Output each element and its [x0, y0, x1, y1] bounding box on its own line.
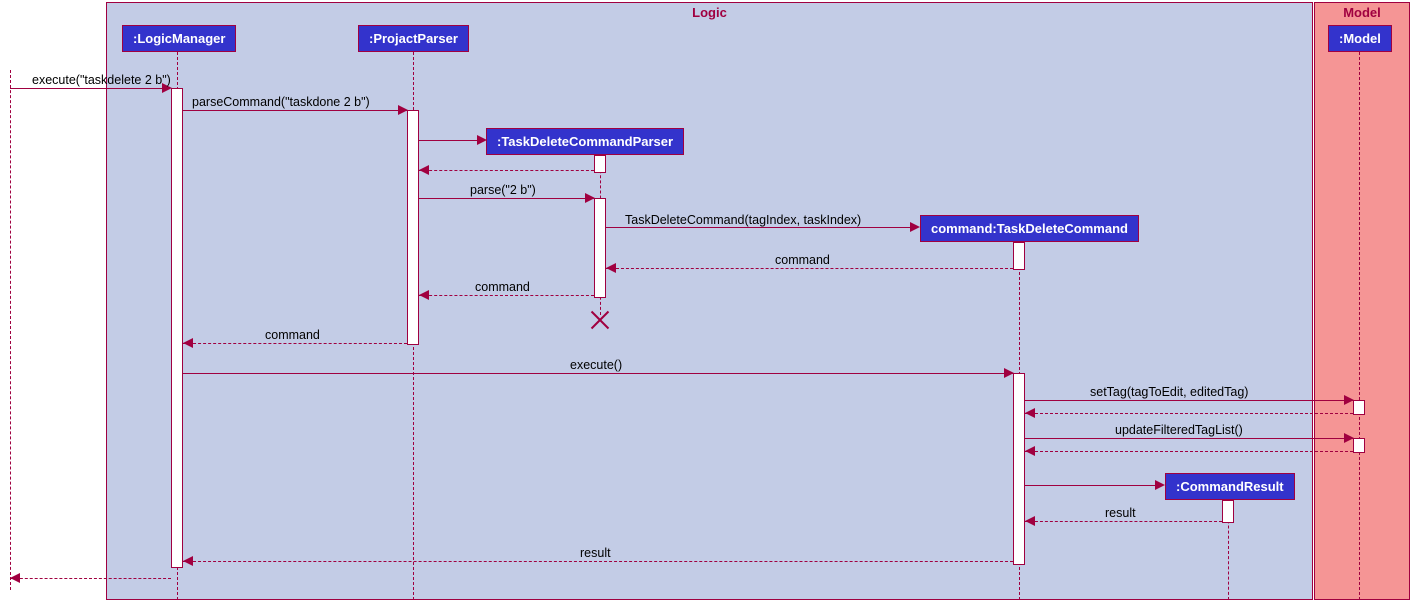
m6-line [419, 295, 594, 296]
ret-tdcp-arrow [419, 165, 429, 175]
ret-tdcp-line [419, 170, 594, 171]
create-cr-arrow [1155, 480, 1165, 490]
msg-command-2: command [475, 280, 530, 294]
msg-execute-taskdelete: execute("taskdelete 2 b") [32, 73, 171, 87]
msg-command-1: command [775, 253, 830, 267]
m12-line [183, 561, 1013, 562]
msg-execute: execute() [570, 358, 622, 372]
logic-box-title: Logic [692, 5, 727, 20]
m9-arrow [1344, 395, 1354, 405]
task-delete-command-parser-participant: :TaskDeleteCommandParser [486, 128, 684, 155]
tdcp-activation-1 [594, 155, 606, 173]
m8-arrow [1004, 368, 1014, 378]
ret-external-line [10, 578, 171, 579]
m11-arrow [1025, 516, 1035, 526]
m8-line [183, 373, 1013, 374]
m10-arrow [1344, 433, 1354, 443]
m10-ret-line [1025, 451, 1353, 452]
tdc-activation-1 [1013, 242, 1025, 270]
m7-line [183, 343, 407, 344]
m3-line [419, 198, 594, 199]
m3-arrow [585, 193, 595, 203]
m9-line [1025, 400, 1353, 401]
logic-manager-activation [171, 88, 183, 568]
ret-external-arrow [10, 573, 20, 583]
m12-arrow [183, 556, 193, 566]
projact-parser-activation [407, 110, 419, 345]
command-result-participant: :CommandResult [1165, 473, 1295, 500]
m11-line [1025, 521, 1222, 522]
create-tdcp-line [419, 140, 485, 141]
msg-result-2: result [580, 546, 611, 560]
msg-parsecommand: parseCommand("taskdone 2 b") [192, 95, 370, 109]
model-box-title: Model [1343, 5, 1381, 20]
msg-taskdeletecommand: TaskDeleteCommand(tagIndex, taskIndex) [625, 213, 861, 227]
cr-activation [1222, 500, 1234, 523]
m10-ret-arrow [1025, 446, 1035, 456]
tdcp-activation-2 [594, 198, 606, 298]
sequence-diagram: Logic Model :LogicManager :ProjactParser… [0, 0, 1414, 605]
model-activation-2 [1353, 438, 1365, 453]
m9-ret-line [1025, 413, 1353, 414]
msg-parse: parse("2 b") [470, 183, 536, 197]
msg-settag: setTag(tagToEdit, editedTag) [1090, 385, 1248, 399]
model-participant: :Model [1328, 25, 1392, 52]
task-delete-command-participant: command:TaskDeleteCommand [920, 215, 1139, 242]
m6-arrow [419, 290, 429, 300]
m4-arrow [910, 222, 920, 232]
m7-arrow [183, 338, 193, 348]
m9-ret-arrow [1025, 408, 1035, 418]
msg-result-1: result [1105, 506, 1136, 520]
m10-line [1025, 438, 1353, 439]
m1-line [10, 88, 170, 89]
msg-command-3: command [265, 328, 320, 342]
tdcp-destroy-icon [590, 310, 610, 330]
m5-line [606, 268, 1013, 269]
model-activation-1 [1353, 400, 1365, 415]
m2-arrow [398, 105, 408, 115]
m4-line [606, 227, 918, 228]
projact-parser-participant: :ProjactParser [358, 25, 469, 52]
logic-manager-participant: :LogicManager [122, 25, 236, 52]
external-lifeline [10, 70, 11, 590]
model-lifeline [1359, 52, 1360, 600]
msg-updatefilteredtaglist: updateFilteredTagList() [1115, 423, 1243, 437]
tdc-activation-2 [1013, 373, 1025, 565]
m5-arrow [606, 263, 616, 273]
m2-line [183, 110, 407, 111]
create-cr-line [1025, 485, 1163, 486]
model-box: Model [1314, 2, 1410, 600]
